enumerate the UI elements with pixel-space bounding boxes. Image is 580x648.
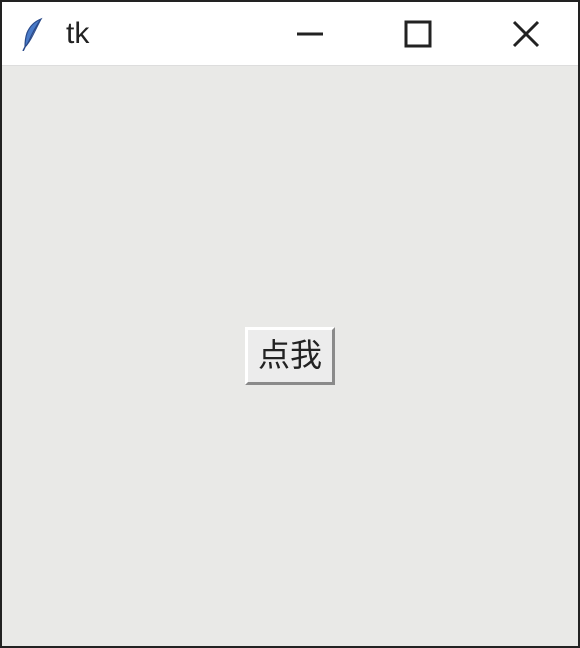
minimize-button[interactable] [290,14,330,54]
window-title: tk [66,17,89,51]
titlebar-controls [290,14,568,54]
maximize-icon [402,18,434,50]
feather-icon [20,16,48,52]
app-window: tk 点我 [0,0,580,648]
click-me-button[interactable]: 点我 [245,327,335,384]
close-icon [509,17,543,51]
titlebar[interactable]: tk [2,2,578,66]
close-button[interactable] [506,14,546,54]
window-content: 点我 [2,66,578,646]
maximize-button[interactable] [398,14,438,54]
minimize-icon [293,17,327,51]
